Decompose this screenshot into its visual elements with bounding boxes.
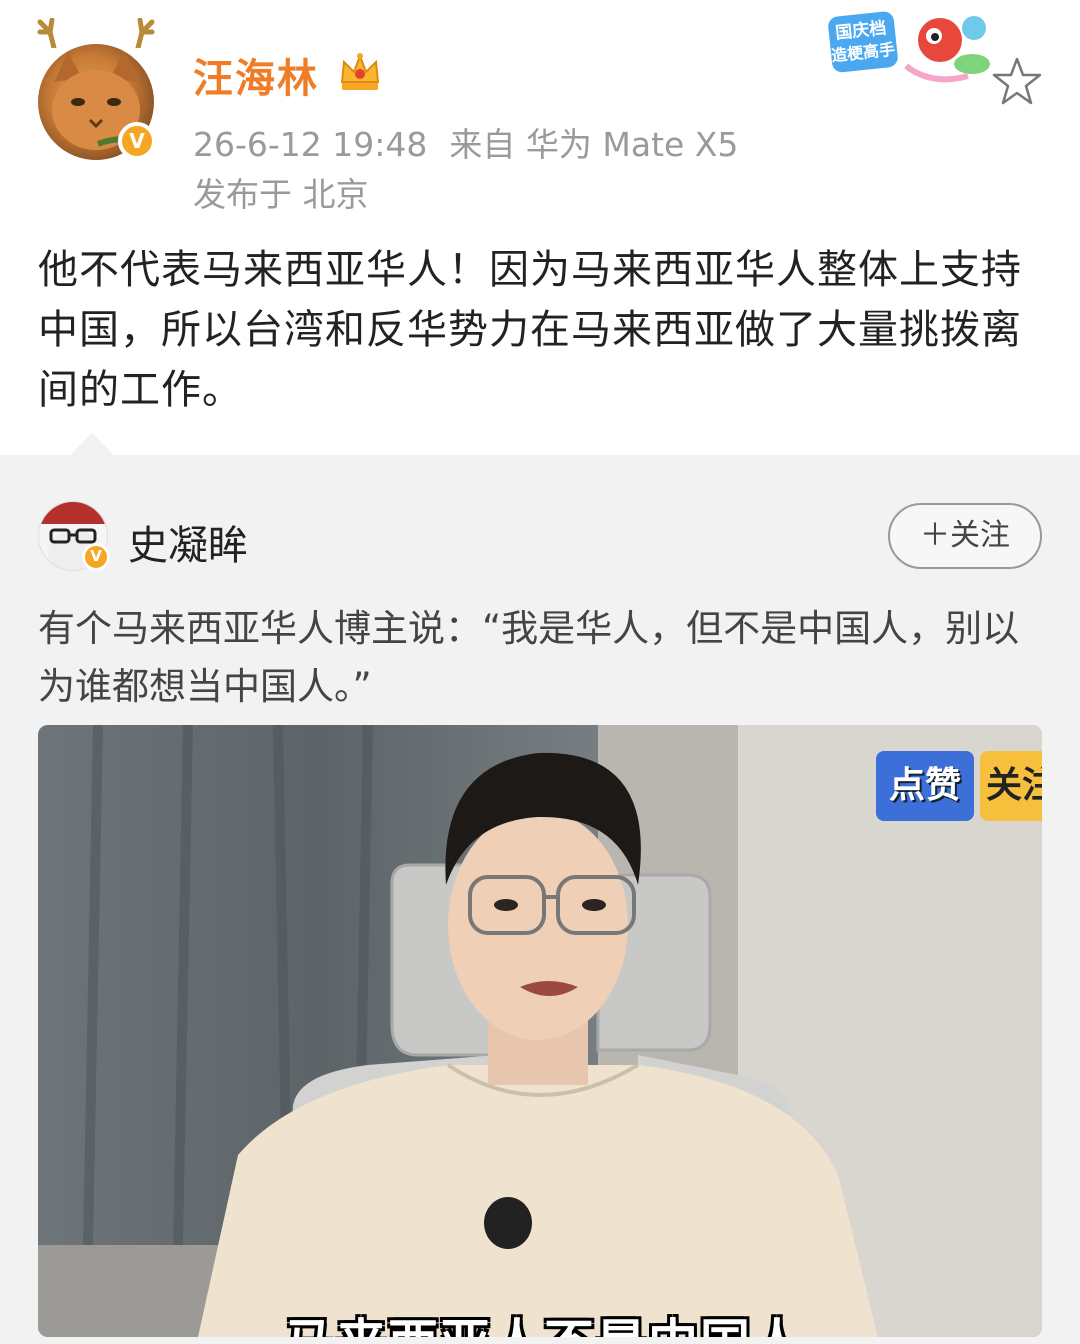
repost-content: 有个马来西亚华人博主说：“我是华人，但不是中国人，别以为谁都想当中国人。” xyxy=(38,607,1020,708)
repost-author-avatar[interactable]: V xyxy=(38,501,110,571)
like-sticker: 点赞 xyxy=(876,751,974,821)
repost-card[interactable]: V 史凝眸 ＋关注 有个马来西亚华人博主说：“我是华人，但不是中国人，别以为谁都… xyxy=(0,433,1080,1344)
crown-icon[interactable] xyxy=(338,52,382,92)
antler-right-icon xyxy=(135,18,155,48)
author-name[interactable]: 汪海林 xyxy=(193,46,319,104)
follow-button[interactable]: ＋关注 xyxy=(888,503,1042,569)
verified-badge: V xyxy=(118,122,156,160)
post-location: 发布于 北京 xyxy=(193,175,369,214)
post-timestamp: 26-6-12 19:48 xyxy=(193,125,428,164)
star-icon[interactable] xyxy=(992,56,1042,106)
repost-verified-badge: V xyxy=(82,543,110,571)
video-subtitle: 马来西亚人不是中国人 xyxy=(284,1303,804,1337)
follow-sticker: 关注 xyxy=(980,751,1042,821)
author-avatar[interactable]: V xyxy=(37,18,156,160)
antler-left-icon xyxy=(37,18,57,48)
post-meta: 26-6-12 19:48 来自 华为 Mate X5 xyxy=(193,118,738,166)
original-post: V 汪海林 26-6-12 19:48 来自 华为 Mate X5 发布于 北京 … xyxy=(0,0,1080,455)
post-source: 来自 华为 Mate X5 xyxy=(449,125,739,164)
video-thumbnail[interactable]: 点赞 关注 马来西亚人不是中国人 xyxy=(38,725,1042,1337)
promo-badge[interactable]: 国庆档 造梗高手 xyxy=(822,6,1002,88)
post-content: 他不代表马来西亚华人！因为马来西亚华人整体上支持中国，所以台湾和反华势力在马来西… xyxy=(38,247,1022,413)
repost-author-name[interactable]: 史凝眸 xyxy=(128,513,248,571)
repost-notch xyxy=(70,433,114,455)
